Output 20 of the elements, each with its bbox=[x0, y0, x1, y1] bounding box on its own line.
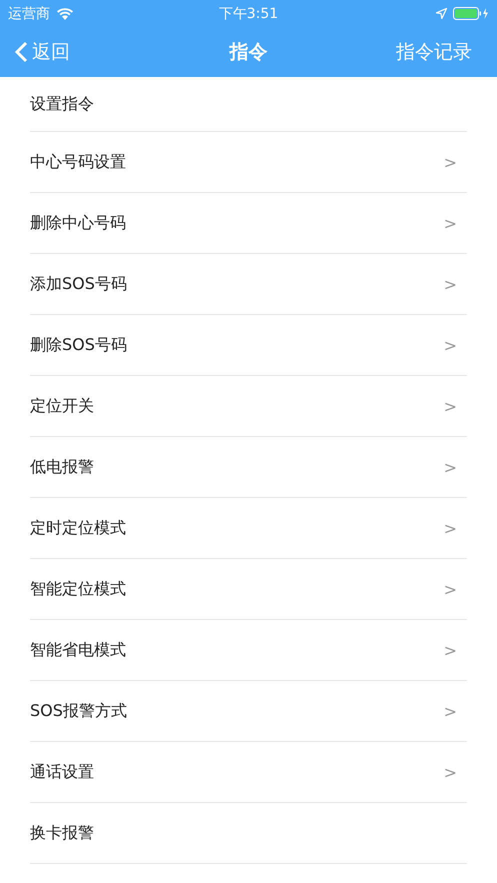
list-item[interactable]: 智能定位模式 > bbox=[30, 559, 467, 620]
chevron-left-icon bbox=[14, 41, 28, 63]
page-title: 指令 bbox=[230, 40, 268, 65]
list-item[interactable]: SOS报警方式 > bbox=[30, 681, 467, 742]
list-item[interactable]: 定时定位模式 > bbox=[30, 498, 467, 559]
carrier-name: 运营商 bbox=[8, 4, 50, 22]
status-time: 下午3:51 bbox=[218, 4, 278, 22]
wifi-icon bbox=[56, 7, 74, 20]
list-item[interactable]: 删除SOS号码 > bbox=[30, 315, 467, 376]
list-item[interactable]: 中心号码设置 > bbox=[30, 132, 467, 193]
location-icon bbox=[436, 8, 447, 19]
list-item[interactable]: 通话设置 > bbox=[30, 742, 467, 803]
list-item[interactable]: 换卡报警 bbox=[30, 803, 467, 864]
list-item[interactable]: 定位开关 > bbox=[30, 376, 467, 437]
battery-icon bbox=[453, 7, 489, 20]
list-item[interactable]: 低电报警 > bbox=[30, 437, 467, 498]
section-header: 设置指令 bbox=[30, 94, 94, 114]
list-item[interactable]: 删除中心号码 > bbox=[30, 193, 467, 254]
list-item[interactable]: 智能省电模式 > bbox=[30, 620, 467, 681]
list-item[interactable]: 添加SOS号码 > bbox=[30, 254, 467, 315]
